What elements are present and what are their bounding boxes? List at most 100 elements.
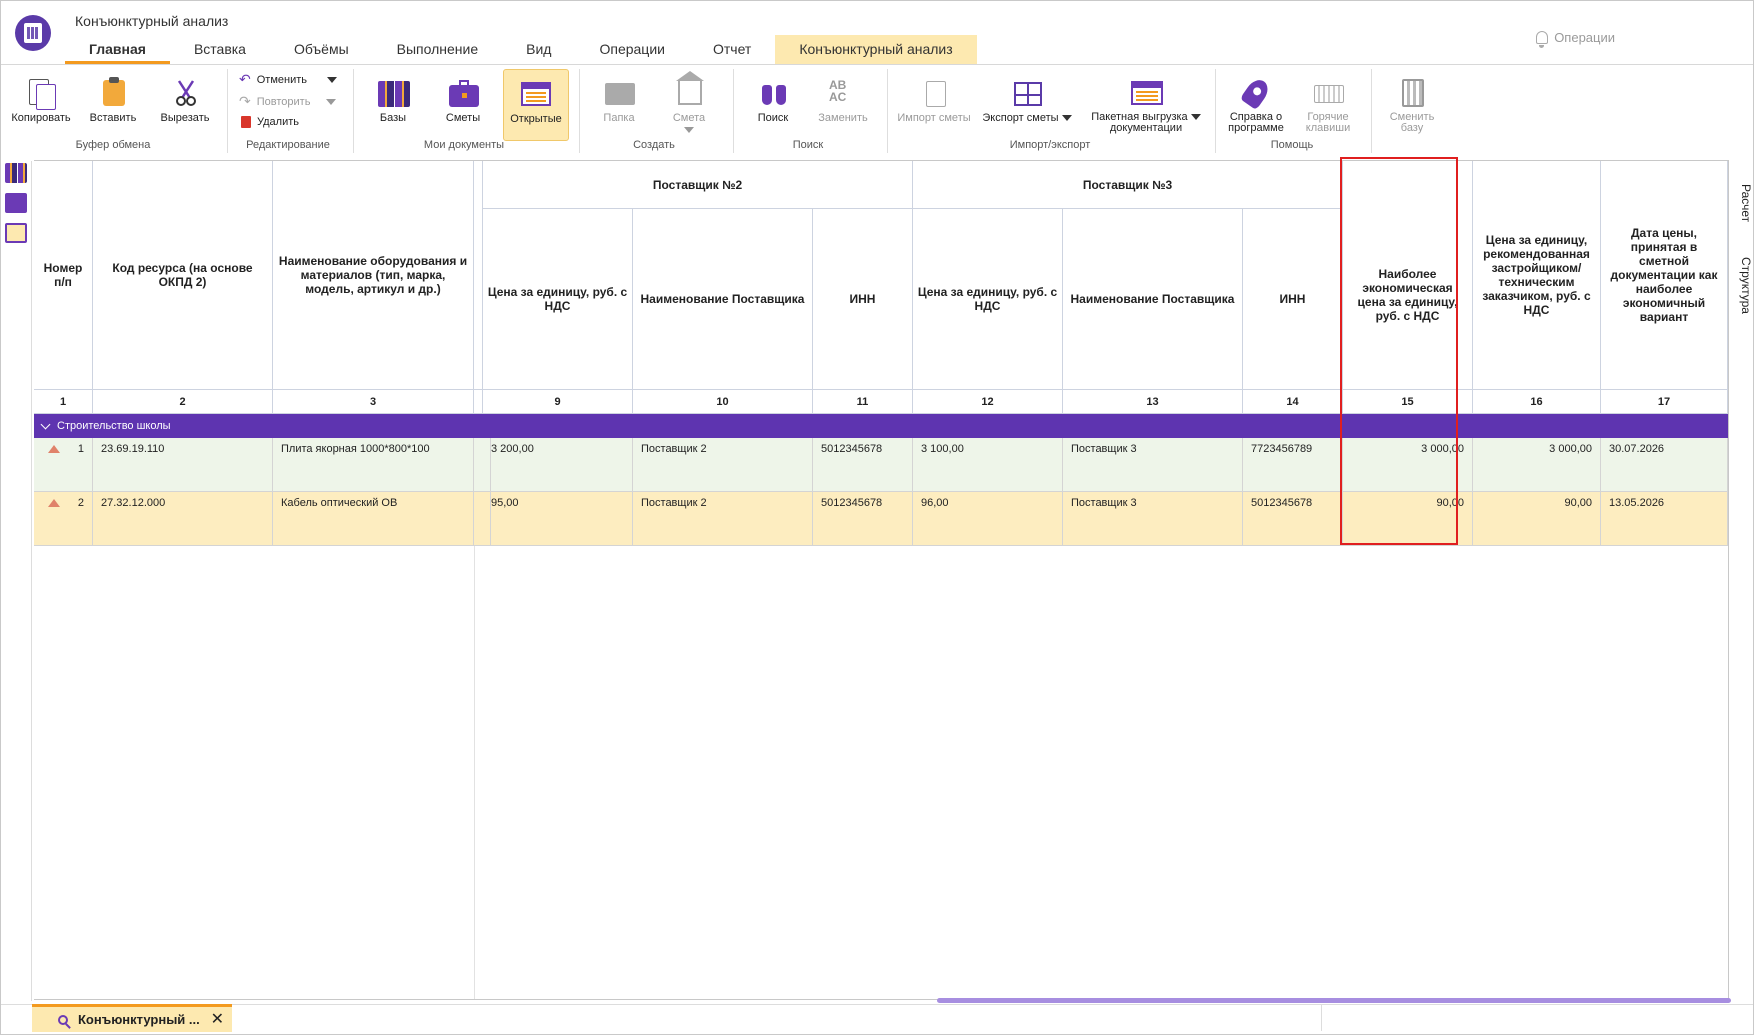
cell-supplier3[interactable]: Поставщик 3 [1063,492,1243,546]
cell-date[interactable]: 30.07.2026 [1601,438,1728,492]
cell-recommended-price[interactable]: 3 000,00 [1473,438,1601,492]
tab-market-analysis[interactable]: Конъюнктурный анализ [775,35,977,64]
group-label-clipboard: Буфер обмена [75,139,151,151]
document-tab-label: Конъюнктурный ... [78,1012,200,1027]
cell-code[interactable]: 27.32.12.000 [93,492,273,546]
books-icon[interactable] [5,163,27,183]
header-inn3[interactable]: ИНН [1243,209,1343,390]
header-supplier3[interactable]: Поставщик №3 [913,161,1343,209]
tab-insert[interactable]: Вставка [170,35,270,64]
chevron-down-icon[interactable] [327,76,337,83]
operations-button[interactable]: Операции [1536,30,1615,48]
group-row[interactable]: Строительство школы [34,414,1728,438]
cell-date[interactable]: 13.05.2026 [1601,492,1728,546]
redo-icon: ↷ [239,93,251,109]
paste-button[interactable]: Вставить [79,73,147,135]
chevron-down-icon[interactable] [326,98,337,105]
cell-supplier3[interactable]: Поставщик 3 [1063,438,1243,492]
group-label-edit: Редактирование [246,139,330,151]
cut-button[interactable]: Вырезать [151,73,219,135]
cell-best-price[interactable]: 3 000,00 [1343,438,1473,492]
header-name[interactable]: Наименование оборудования и материалов (… [273,161,474,390]
cell-inn2[interactable]: 5012345678 [813,492,913,546]
col-number: 17 [1601,390,1728,414]
chevron-down-icon[interactable] [1061,115,1072,121]
divider [1321,1005,1322,1031]
cell-inn3[interactable]: 5012345678 [1243,492,1343,546]
cell-price3[interactable]: 3 100,00 [913,438,1063,492]
tab-execution[interactable]: Выполнение [373,35,502,64]
header-recommended-price[interactable]: Цена за единицу, рекомендованная застрой… [1473,161,1601,390]
tab-operations[interactable]: Операции [575,35,689,64]
header-price2[interactable]: Цена за единицу, руб. с НДС [483,209,633,390]
header-code[interactable]: Код ресурса (на основе ОКПД 2) [93,161,273,390]
new-estimate-button[interactable]: Смета [657,71,721,135]
tab-main[interactable]: Главная [65,35,170,64]
cell-supplier2[interactable]: Поставщик 2 [633,438,813,492]
tab-report[interactable]: Отчет [689,35,775,64]
tab-view[interactable]: Вид [502,35,575,64]
delete-button[interactable]: Удалить [241,116,299,128]
cell-name[interactable]: Плита якорная 1000*800*100 [273,438,474,492]
document-tab[interactable]: Конъюнктурный ... ✕ [32,1004,232,1032]
open-documents-icon[interactable] [5,223,27,243]
redo-label: Повторить [256,95,311,108]
replace-icon: AB AC [827,77,859,109]
cell-code[interactable]: 23.69.19.110 [93,438,273,492]
change-base-button[interactable]: Сменить базу [1377,73,1447,139]
horizontal-scrollbar[interactable] [937,998,1731,1003]
app-logo-icon[interactable] [15,15,51,51]
cell-price2[interactable]: 95,00 [483,492,633,546]
cell-name[interactable]: Кабель оптический ОВ [273,492,474,546]
cell-recommended-price[interactable]: 90,00 [1473,492,1601,546]
ribbon-tabs: Главная Вставка Объёмы Выполнение Вид Оп… [65,35,977,64]
briefcase-icon[interactable] [5,193,27,213]
header-supplier-name2[interactable]: Наименование Поставщика [633,209,813,390]
opened-button[interactable]: Открытые [503,69,569,141]
undo-button[interactable]: ↶ Отменить [239,71,337,88]
import-estimate-button[interactable]: Импорт сметы [893,73,975,135]
close-icon[interactable]: ✕ [211,1011,224,1027]
cell-inn2[interactable]: 5012345678 [813,438,913,492]
tab-structure[interactable]: Структура [1728,233,1753,337]
chevron-down-icon[interactable] [1190,114,1201,120]
hotkeys-button[interactable]: Горячие клавиши [1293,73,1363,139]
table-row[interactable]: 2 27.32.12.000 Кабель оптический ОВ 95,0… [34,492,1728,546]
header-price3[interactable]: Цена за единицу, руб. с НДС [913,209,1063,390]
bases-button[interactable]: Базы [361,73,425,135]
search-label: Поиск [757,112,789,124]
chevron-down-icon[interactable] [40,419,51,430]
cell-supplier2[interactable]: Поставщик 2 [633,492,813,546]
header-inn2[interactable]: ИНН [813,209,913,390]
new-estimate-label: Смета [672,112,706,124]
replace-button[interactable]: AB AC Заменить [811,73,875,135]
chevron-down-icon[interactable] [684,127,694,133]
divider [353,69,354,153]
estimates-label: Сметы [445,112,481,124]
cut-label: Вырезать [160,112,210,124]
tab-volumes[interactable]: Объёмы [270,35,373,64]
col-number-gap [474,390,483,414]
about-button[interactable]: Справка о программе [1221,73,1291,139]
header-num[interactable]: Номер п/п [34,161,93,390]
header-supplier-name3[interactable]: Наименование Поставщика [1063,209,1243,390]
cell-price2[interactable]: 3 200,00 [483,438,633,492]
cell-inn3[interactable]: 7723456789 [1243,438,1343,492]
redo-button[interactable]: ↷ Повторить [239,93,337,110]
copy-label: Копировать [11,112,71,124]
cell-best-price[interactable]: 90,00 [1343,492,1473,546]
cell-price3[interactable]: 96,00 [913,492,1063,546]
header-best-price[interactable]: Наиболее экономическая цена за единицу, … [1343,161,1473,390]
header-supplier2[interactable]: Поставщик №2 [483,161,913,209]
about-label: Справка о программе [1228,111,1284,134]
export-estimate-button[interactable]: Экспорт сметы [979,73,1075,135]
estimates-button[interactable]: Сметы [431,73,495,135]
header-price-date[interactable]: Дата цены, принятая в сметной документац… [1601,161,1728,390]
table-row[interactable]: 1 23.69.19.110 Плита якорная 1000*800*10… [34,438,1728,492]
search-button[interactable]: Поиск [741,73,805,135]
opened-label: Открытые [510,113,562,125]
copy-button[interactable]: Копировать [7,73,75,135]
new-folder-button[interactable]: Папка [587,73,651,135]
batch-export-button[interactable]: Пакетная выгрузка документации [1085,73,1207,139]
batch-export-label: Пакетная выгрузка документации [1085,112,1207,134]
